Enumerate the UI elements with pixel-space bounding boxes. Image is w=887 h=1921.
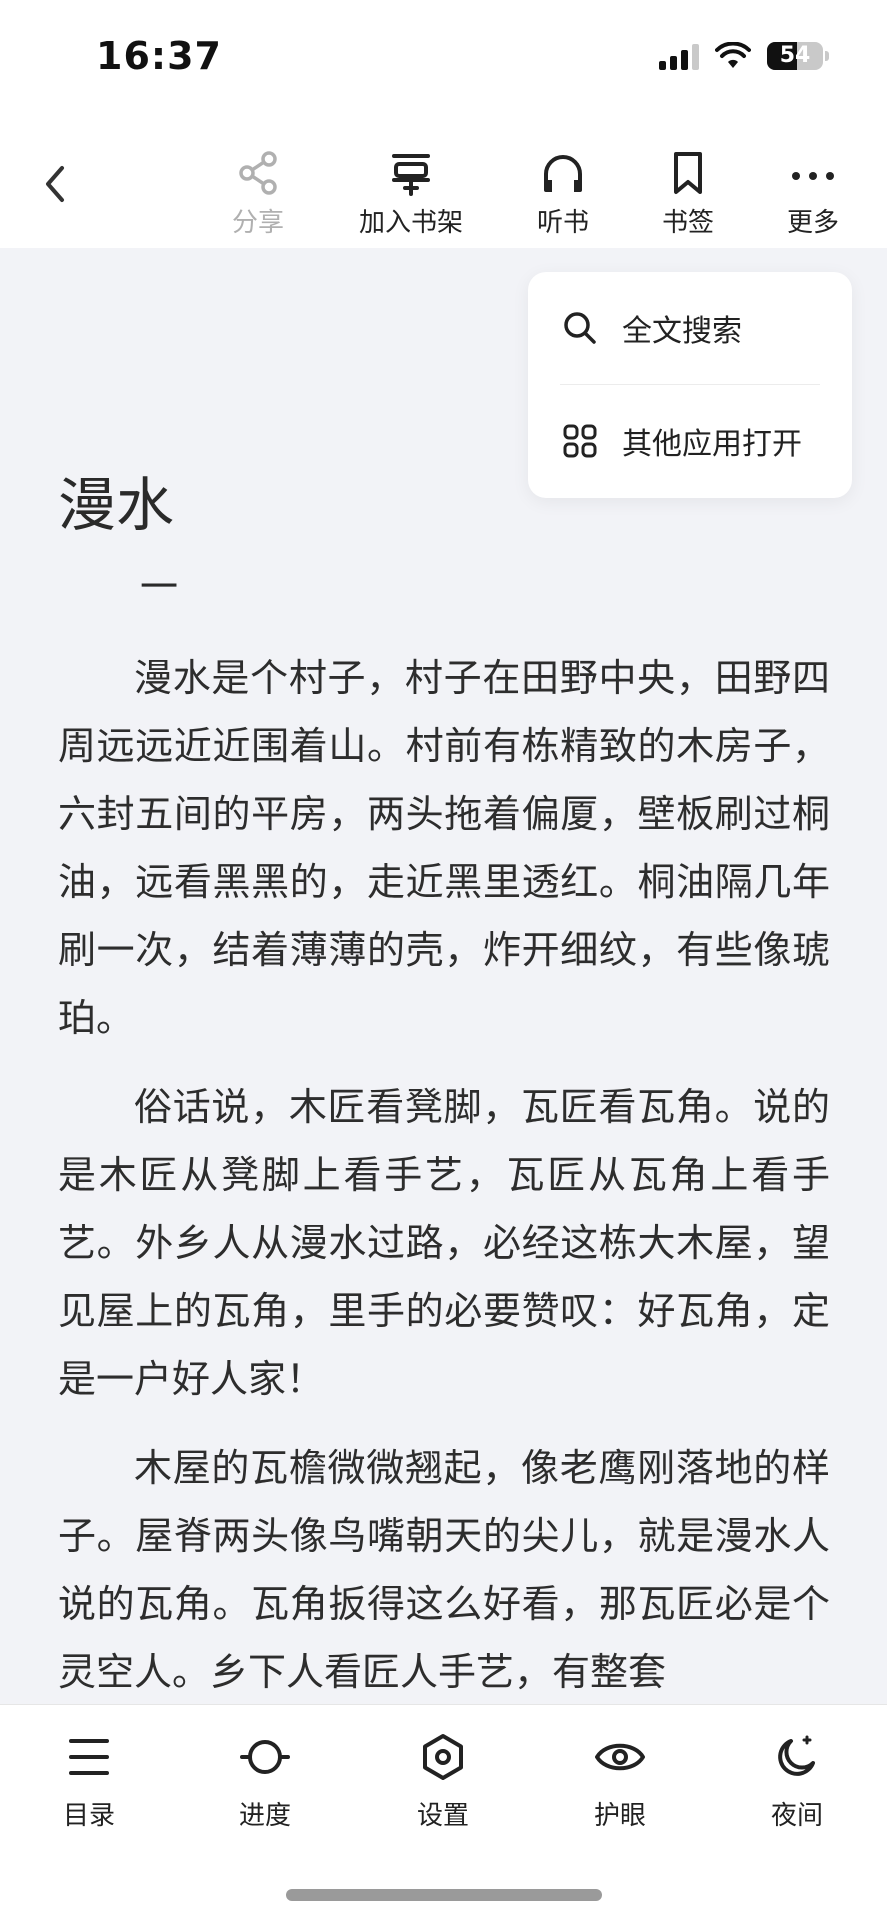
table-of-contents-button[interactable]: 目录: [29, 1729, 149, 1832]
full-text-search-label: 全文搜索: [622, 314, 742, 349]
bookshelf-add-icon: [392, 154, 430, 196]
back-button[interactable]: [36, 162, 76, 206]
battery-icon: 54: [767, 42, 823, 70]
status-icons: 54: [659, 42, 829, 70]
status-bar: 16:37 54: [0, 0, 887, 118]
eye-care-button[interactable]: 护眼: [560, 1729, 680, 1832]
paragraph: 俗话说，木匠看凳脚，瓦匠看瓦角。说的是木匠从凳脚上看手艺，瓦匠从瓦角上看手艺。外…: [58, 1085, 830, 1401]
chapter-title: 漫水: [58, 471, 175, 539]
listen-book-label: 听书: [536, 208, 589, 238]
add-to-bookshelf-label: 加入书架: [358, 208, 463, 238]
progress-icon: [240, 1740, 290, 1774]
open-with-other-app-label: 其他应用打开: [622, 427, 802, 462]
section-number: 一: [140, 565, 179, 609]
menu-lines-icon: [69, 1739, 109, 1775]
share-icon: [239, 151, 277, 195]
full-text-search-menu-item[interactable]: 全文搜索: [560, 272, 820, 384]
headphones-icon: [544, 155, 582, 192]
eye-care-label: 护眼: [593, 1801, 646, 1831]
more-label: 更多: [786, 208, 839, 238]
settings-button[interactable]: 设置: [383, 1729, 503, 1832]
share-button[interactable]: 分享: [198, 146, 318, 239]
battery-tip: [825, 51, 829, 61]
status-time: 16:37: [96, 34, 222, 78]
progress-button[interactable]: 进度: [205, 1729, 325, 1832]
home-indicator[interactable]: [286, 1889, 602, 1901]
listen-book-button[interactable]: 听书: [503, 146, 623, 239]
progress-label: 进度: [238, 1801, 291, 1831]
search-icon: [564, 312, 596, 344]
more-button[interactable]: 更多: [753, 146, 873, 239]
more-dots-icon: [792, 172, 834, 180]
chevron-left-icon: [46, 166, 64, 202]
table-of-contents-label: 目录: [62, 1801, 115, 1831]
bookmark-button[interactable]: 书签: [628, 146, 748, 239]
paragraph: 木屋的瓦檐微微翘起，像老鹰刚落地的样子。屋脊两头像鸟嘴朝天的尖儿，就是漫水人说的…: [58, 1446, 830, 1694]
more-menu-popup: 全文搜索 其他应用打开: [528, 272, 852, 498]
apps-grid-icon: [563, 424, 597, 458]
bookmark-icon: [674, 152, 702, 194]
bookmark-label: 书签: [661, 208, 714, 238]
paragraph: 漫水是个村子，村子在田野中央，田野四周远远近近围着山。村前有栋精致的木房子，六封…: [58, 656, 830, 1040]
share-label: 分享: [231, 208, 284, 238]
open-with-other-app-menu-item[interactable]: 其他应用打开: [560, 385, 820, 497]
battery-level: 54: [779, 43, 811, 68]
reader-top-toolbar: 分享 加入书架 听书 书签 更多: [0, 118, 887, 248]
night-moon-icon: [778, 1735, 815, 1776]
eye-icon: [595, 1743, 645, 1771]
settings-label: 设置: [416, 1801, 469, 1831]
night-mode-button[interactable]: 夜间: [737, 1729, 857, 1832]
wifi-icon: [715, 42, 751, 68]
add-to-bookshelf-button[interactable]: 加入书架: [351, 146, 471, 239]
cellular-signal-icon: [659, 42, 699, 70]
night-mode-label: 夜间: [770, 1801, 823, 1831]
settings-hexagon-icon: [423, 1734, 463, 1780]
